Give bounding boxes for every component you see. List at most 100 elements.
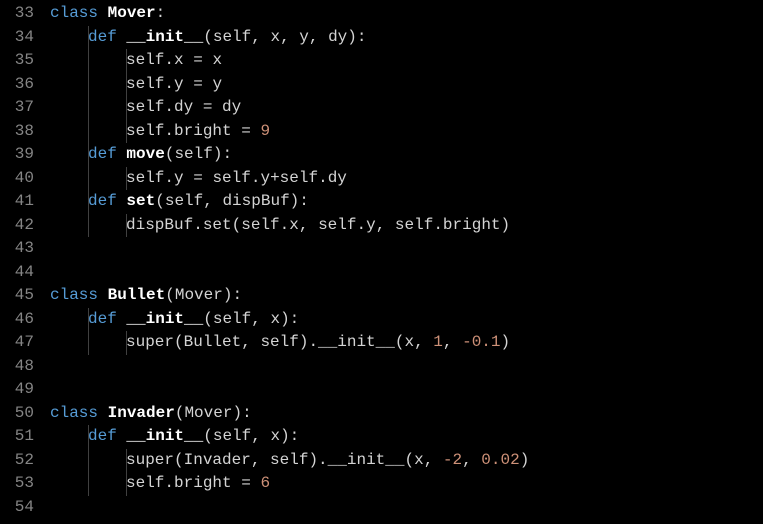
token-pun: = (232, 122, 261, 140)
token-pun: ): (290, 192, 309, 210)
line-number: 47 (0, 331, 34, 355)
token-pun: . (356, 216, 366, 234)
token-prop: dy (174, 98, 193, 116)
token-pun: ( (174, 451, 184, 469)
token-prm: dy (222, 98, 241, 116)
code-line[interactable]: class Invader(Mover): (50, 402, 763, 426)
token-pun: = (184, 51, 213, 69)
whitespace (117, 427, 127, 445)
token-prop: super (126, 333, 174, 351)
token-prop: __init__ (318, 333, 395, 351)
line-number: 52 (0, 449, 34, 473)
token-prop: dy (328, 169, 347, 187)
token-pun: ( (155, 192, 165, 210)
code-line[interactable] (50, 496, 763, 520)
token-pun: . (433, 216, 443, 234)
indent-guide (126, 167, 127, 191)
token-pun: ): (280, 427, 299, 445)
token-pun: . (318, 169, 328, 187)
indent-guide (88, 96, 89, 120)
token-prm: dispBuf (126, 216, 193, 234)
token-prop: __init__ (328, 451, 405, 469)
code-line[interactable]: def __init__(self, x): (50, 308, 763, 332)
token-pun: , (251, 451, 270, 469)
line-number: 35 (0, 49, 34, 73)
token-self: self (126, 169, 164, 187)
token-pun: ( (203, 427, 213, 445)
code-line[interactable]: dispBuf.set(self.x, self.y, self.bright) (50, 214, 763, 238)
indent-guide (126, 96, 127, 120)
token-pun: ): (223, 286, 242, 304)
indent-guide (88, 190, 89, 214)
token-prop: y (174, 75, 184, 93)
token-pun: , (299, 216, 318, 234)
token-self: self (213, 28, 251, 46)
line-number: 51 (0, 425, 34, 449)
token-pun: . (164, 75, 174, 93)
code-line[interactable] (50, 261, 763, 285)
code-line[interactable]: self.dy = dy (50, 96, 763, 120)
code-line[interactable]: self.x = x (50, 49, 763, 73)
token-kw: class (50, 4, 98, 22)
token-pun: , (280, 28, 299, 46)
code-line[interactable]: def __init__(self, x): (50, 425, 763, 449)
code-line[interactable]: self.bright = 6 (50, 472, 763, 496)
token-self: self (126, 51, 164, 69)
code-line[interactable] (50, 355, 763, 379)
token-prop: bright (443, 216, 501, 234)
token-pun: : (156, 4, 166, 22)
line-number: 48 (0, 355, 34, 379)
token-self: self (126, 98, 164, 116)
token-def: def (88, 28, 117, 46)
token-num: 6 (260, 474, 270, 492)
token-prop: y (366, 216, 376, 234)
code-line[interactable]: self.y = y (50, 73, 763, 97)
code-line[interactable]: self.bright = 9 (50, 120, 763, 144)
token-prop: bright (174, 474, 232, 492)
line-number: 36 (0, 73, 34, 97)
code-line[interactable]: class Bullet(Mover): (50, 284, 763, 308)
code-line[interactable]: super(Invader, self).__init__(x, -2, 0.0… (50, 449, 763, 473)
token-self: self (126, 474, 164, 492)
code-line[interactable]: def __init__(self, x, y, dy): (50, 26, 763, 50)
line-number-gutter: 3334353637383940414243444546474849505152… (0, 0, 42, 524)
line-number: 50 (0, 402, 34, 426)
token-pun: ): (232, 404, 251, 422)
token-self: self (395, 216, 433, 234)
code-editor-content[interactable]: class Mover: def __init__(self, x, y, dy… (42, 0, 763, 524)
token-prm: y (299, 28, 309, 46)
code-line[interactable]: self.y = self.y+self.dy (50, 167, 763, 191)
code-line[interactable] (50, 237, 763, 261)
indent-guide (126, 214, 127, 238)
code-line[interactable]: def move(self): (50, 143, 763, 167)
token-pun: , (309, 28, 328, 46)
indent-guide (88, 331, 89, 355)
indent-space (50, 190, 88, 214)
token-self: self (165, 192, 203, 210)
token-cls: Bullet (108, 286, 166, 304)
token-pun: . (164, 474, 174, 492)
token-def: def (88, 310, 117, 328)
token-prop: y (174, 169, 184, 187)
token-self: self (174, 145, 212, 163)
token-pun: . (164, 51, 174, 69)
code-line[interactable]: super(Bullet, self).__init__(x, 1, -0.1) (50, 331, 763, 355)
token-pun: ( (165, 286, 175, 304)
indent-guide (126, 120, 127, 144)
token-num: -0.1 (462, 333, 500, 351)
code-line[interactable] (50, 378, 763, 402)
indent-guide (88, 472, 89, 496)
code-line[interactable]: def set(self, dispBuf): (50, 190, 763, 214)
indent-space (50, 143, 88, 167)
token-callcls: Mover (175, 286, 223, 304)
indent-guide (88, 308, 89, 332)
code-line[interactable]: class Mover: (50, 2, 763, 26)
token-fn: __init__ (126, 28, 203, 46)
token-self: self (280, 169, 318, 187)
indent-guide (88, 49, 89, 73)
token-pun: . (251, 169, 261, 187)
token-num: 0.02 (481, 451, 519, 469)
indent-space (50, 308, 88, 332)
whitespace (117, 28, 127, 46)
token-prop: set (203, 216, 232, 234)
